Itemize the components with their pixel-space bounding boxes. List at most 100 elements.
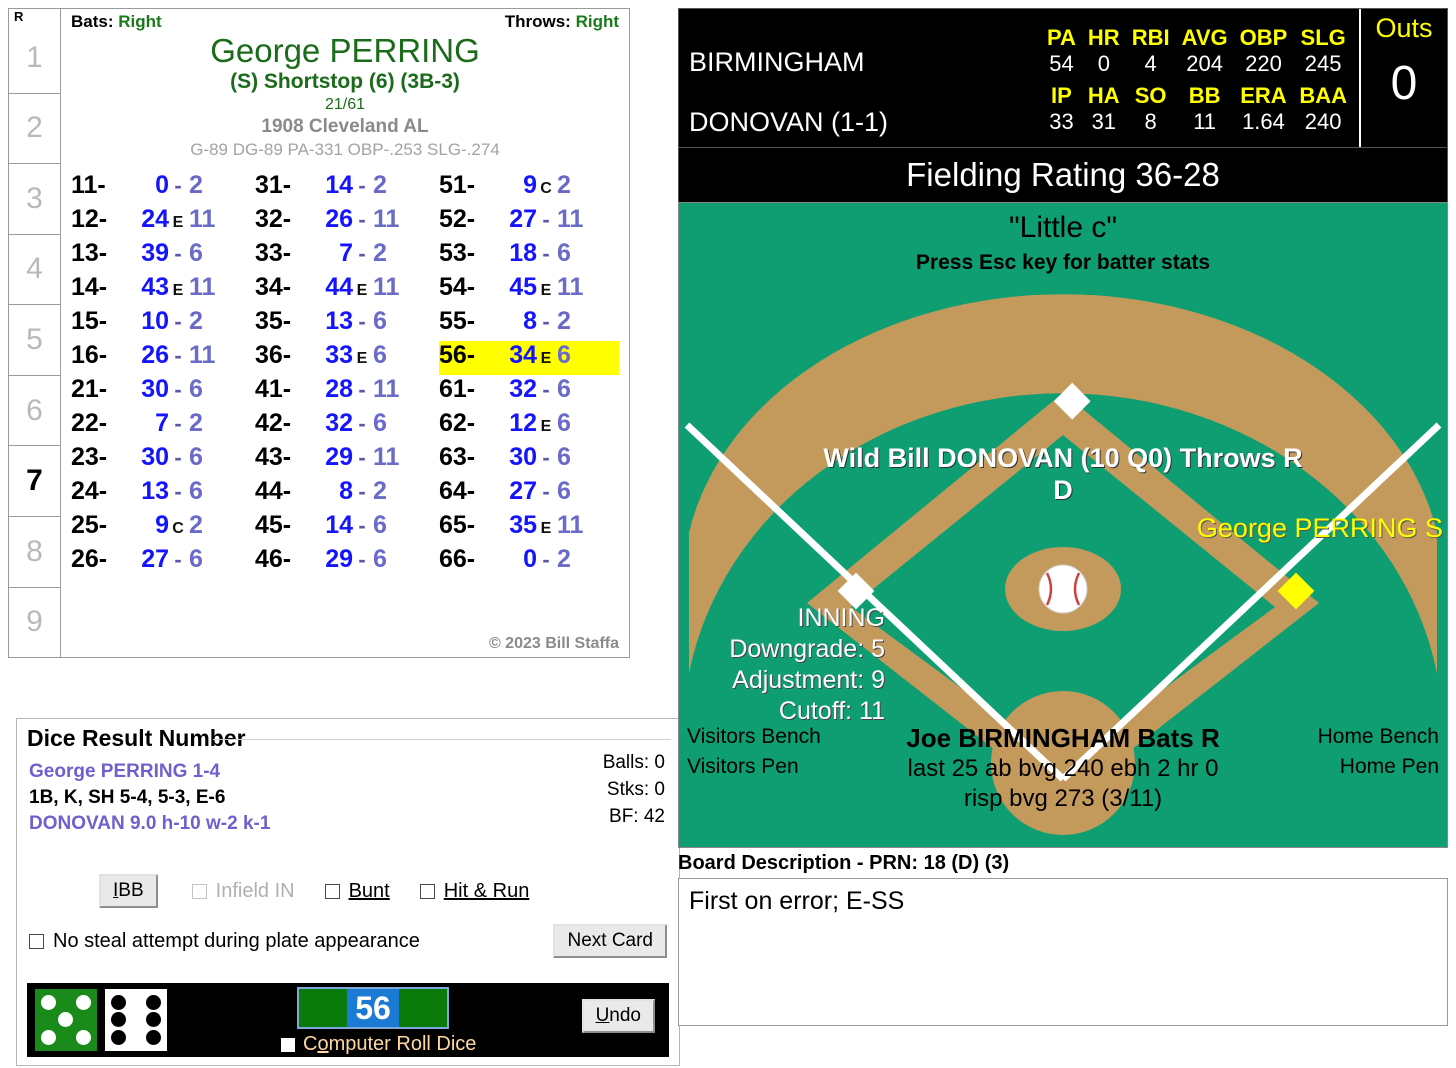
bunt-label: Bunt	[348, 879, 390, 902]
roll-number: 6	[557, 375, 571, 403]
field-pitcher-grade: D	[1053, 475, 1073, 505]
roll-entry: 44- 8-2	[255, 477, 435, 511]
roll-result: 27	[509, 205, 537, 233]
roll-modifier: -	[542, 445, 550, 470]
inning-cell-4[interactable]: 4	[9, 233, 60, 305]
roll-entry: 46- 29-6	[255, 545, 435, 579]
roll-entry: 24- 13-6	[71, 477, 251, 511]
bunt-checkbox[interactable]: Bunt	[324, 879, 390, 903]
runner-on-third-label: George PERRING S	[1196, 513, 1443, 543]
roll-result: 30	[141, 443, 169, 471]
green-die[interactable]	[35, 989, 97, 1051]
inning-cell-1[interactable]: 1	[9, 23, 60, 93]
roll-entry: 56- 34 E 6	[439, 341, 619, 375]
roll-number: 6	[373, 545, 387, 573]
roll-entry: 64- 27-6	[439, 477, 619, 511]
checkbox-icon[interactable]	[419, 883, 435, 899]
outs-display: Outs 0	[1359, 9, 1447, 147]
roll-modifier: -	[358, 173, 366, 198]
infield-in-checkbox[interactable]: Infield IN	[191, 880, 295, 903]
roll-code: 55-	[439, 307, 476, 335]
roll-result: 43	[141, 273, 169, 301]
batters-faced-count: BF: 42	[609, 806, 665, 827]
batter-stat-value: 245	[1304, 51, 1342, 76]
field-diagram: "Little c" Press Esc key for batter stat…	[678, 202, 1448, 848]
die-pip	[111, 995, 127, 1011]
title-divider	[213, 739, 671, 740]
visitors-pen-link[interactable]: Visitors Pen	[687, 755, 799, 779]
roll-entry: 35- 13-6	[255, 307, 435, 341]
roll-modifier: C	[540, 180, 552, 197]
roll-entry: 15- 10-2	[71, 307, 251, 341]
inning-cell-9[interactable]: 9	[9, 586, 60, 658]
inning-cell-3[interactable]: 3	[9, 163, 60, 234]
inning-cell-7[interactable]: 7	[9, 445, 60, 516]
roll-modifier: -	[174, 309, 182, 334]
batter-stat-header: SLG	[1300, 25, 1346, 50]
checkbox-icon[interactable]	[281, 1037, 295, 1052]
roll-modifier: E	[356, 282, 368, 299]
roll-result: 29	[325, 443, 353, 471]
inning-cell-8[interactable]: 8	[9, 515, 60, 587]
roll-modifier: -	[358, 479, 366, 504]
field-batter-risp: risp bvg 273 (3/11)	[963, 785, 1163, 812]
roll-result: 10	[141, 307, 169, 335]
roll-number: 11	[557, 511, 584, 539]
home-bench-link[interactable]: Home Bench	[1318, 725, 1439, 749]
visitors-bench-link[interactable]: Visitors Bench	[687, 725, 821, 749]
roll-entry: 41- 28-11	[255, 375, 435, 409]
roll-number: 6	[189, 443, 203, 471]
checkbox-icon[interactable]	[191, 883, 207, 899]
roll-modifier: -	[174, 445, 182, 470]
undo-button[interactable]: Undo	[581, 999, 655, 1033]
roll-result: 7	[155, 409, 169, 437]
home-pen-link[interactable]: Home Pen	[1340, 755, 1439, 779]
roll-number: 6	[557, 341, 571, 369]
roll-entry: 45- 14-6	[255, 511, 435, 545]
roll-modifier: -	[542, 207, 550, 232]
checkbox-icon[interactable]	[29, 933, 44, 949]
roll-modifier: -	[174, 479, 182, 504]
roll-number: 6	[557, 443, 571, 471]
no-steal-label: No steal attempt during plate appearance	[53, 929, 420, 952]
no-steal-checkbox[interactable]: No steal attempt during plate appearance	[29, 930, 420, 953]
roll-code: 52-	[439, 205, 476, 233]
roll-number: 2	[189, 511, 203, 539]
count-display: Balls: 0 Stks: 0 BF: 42	[603, 749, 665, 830]
inning-cell-6[interactable]: 6	[9, 374, 60, 446]
next-card-button[interactable]: Next Card	[553, 924, 667, 958]
roll-result: 8	[523, 307, 537, 335]
pitcher-stat-value: 31	[1091, 109, 1117, 134]
white-die[interactable]	[105, 989, 167, 1051]
computer-roll-checkbox[interactable]: Computer Roll Dice	[281, 1033, 476, 1056]
scoreboard-team-name: BIRMINGHAM	[689, 47, 865, 77]
dice-result-line: 1B, K, SH 5-4, 5-3, E-6	[29, 787, 226, 808]
roll-code: 46-	[255, 545, 292, 573]
roll-result: 29	[325, 545, 353, 573]
inning-cell-5[interactable]: 5	[9, 304, 60, 375]
inning-cell-2[interactable]: 2	[9, 92, 60, 164]
roll-modifier: E	[540, 520, 552, 537]
roll-result: 0	[155, 171, 169, 199]
pitcher-stat-value: 1.64	[1242, 109, 1285, 134]
roll-number: 6	[189, 375, 203, 403]
roll-result-value: 56	[347, 989, 399, 1027]
roll-number: 2	[373, 477, 387, 505]
ibb-button[interactable]: IBB	[99, 874, 158, 908]
roll-modifier: E	[540, 282, 552, 299]
roll-modifier: -	[542, 479, 550, 504]
roll-result: 7	[339, 239, 353, 267]
roll-result: 33	[325, 341, 353, 369]
hit-and-run-checkbox[interactable]: Hit & Run	[419, 880, 529, 903]
roll-number: 11	[189, 341, 216, 369]
roll-result: 32	[509, 375, 537, 403]
roll-entry: 14- 43 E 11	[71, 273, 251, 307]
checkbox-icon[interactable]	[324, 883, 340, 899]
roll-number: 6	[373, 341, 387, 369]
batter-stat-headers: PA HR RBI AVG OBP SLG	[1041, 25, 1353, 51]
roll-code: 23-	[71, 443, 108, 471]
roll-code: 34-	[255, 273, 292, 301]
roll-number: 6	[373, 511, 387, 539]
roll-result: 0	[523, 545, 537, 573]
roll-modifier: -	[358, 445, 366, 470]
